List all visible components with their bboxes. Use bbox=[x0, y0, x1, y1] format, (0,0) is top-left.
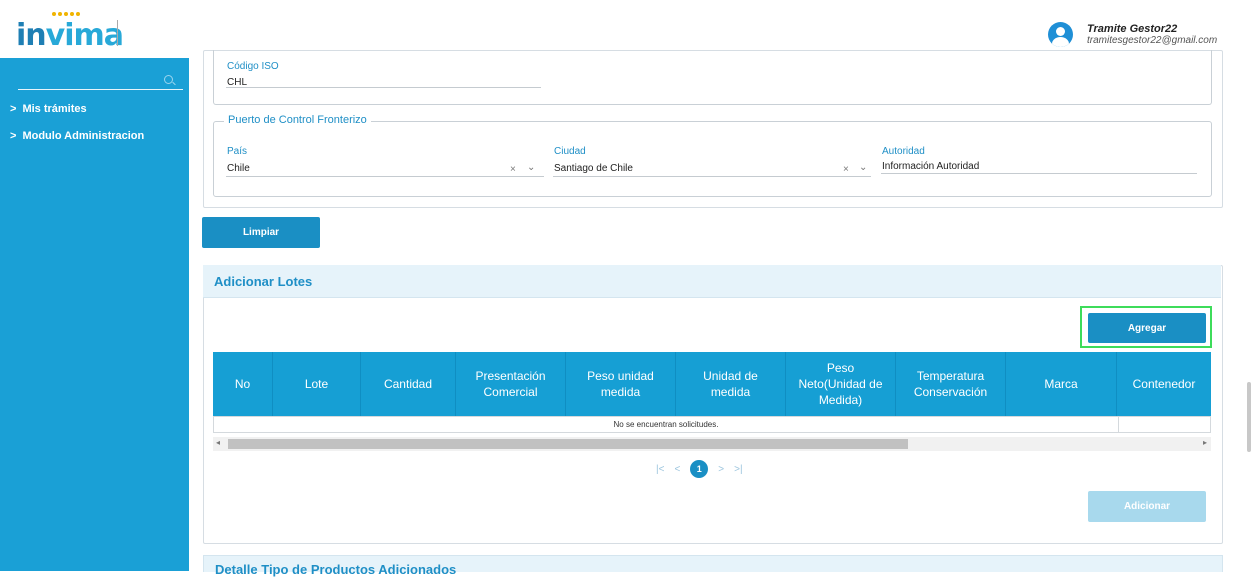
chevron-down-icon[interactable]: ⌄ bbox=[527, 162, 535, 173]
sidebar-search[interactable] bbox=[18, 70, 183, 90]
user-email: tramitesgestor22@gmail.com bbox=[1087, 35, 1218, 46]
authority-underline bbox=[881, 173, 1197, 174]
column-header-unidad-medida[interactable]: Unidad de medida bbox=[676, 352, 786, 416]
sidebar-item-modulo-administracion[interactable]: > Modulo Administracion bbox=[10, 130, 144, 142]
current-page[interactable]: 1 bbox=[690, 460, 709, 478]
column-divider bbox=[1118, 417, 1119, 432]
scroll-left-icon[interactable]: ◂ bbox=[216, 438, 220, 447]
invima-logo[interactable]: invima bbox=[16, 18, 124, 53]
column-header-peso-neto[interactable]: Peso Neto(Unidad de Medida) bbox=[786, 352, 896, 416]
country-underline bbox=[226, 176, 544, 177]
chevron-down-icon[interactable]: ⌄ bbox=[859, 162, 867, 173]
table-horizontal-scrollbar[interactable]: ◂ ▸ bbox=[213, 437, 1211, 451]
column-header-cantidad[interactable]: Cantidad bbox=[361, 352, 456, 416]
lots-section-header: Adicionar Lotes bbox=[203, 265, 1221, 298]
logo-dots-icon bbox=[52, 12, 80, 16]
column-header-contenedor[interactable]: Contenedor bbox=[1117, 352, 1211, 416]
add-button[interactable]: Agregar bbox=[1088, 313, 1206, 343]
clear-icon[interactable]: × bbox=[510, 164, 516, 175]
iso-code-label: Código ISO bbox=[227, 61, 279, 72]
scroll-right-icon[interactable]: ▸ bbox=[1203, 438, 1207, 447]
first-page-icon[interactable]: |< bbox=[656, 464, 664, 475]
table-empty-row: No se encuentran solicitudes. bbox=[213, 416, 1211, 433]
chevron-right-icon: > bbox=[10, 103, 17, 115]
search-icon[interactable] bbox=[164, 75, 173, 84]
scrollbar-thumb[interactable] bbox=[1247, 382, 1251, 452]
sidebar-item-label: Mis trámites bbox=[22, 103, 87, 115]
lots-section-title: Adicionar Lotes bbox=[214, 274, 313, 289]
last-page-icon[interactable]: >| bbox=[734, 464, 742, 475]
column-header-lote[interactable]: Lote bbox=[273, 352, 361, 416]
sidebar: > Mis trámites > Modulo Administracion bbox=[0, 58, 189, 571]
next-page-icon[interactable]: > bbox=[718, 464, 724, 475]
country-select[interactable]: Chile bbox=[227, 163, 250, 174]
clear-icon[interactable]: × bbox=[843, 164, 849, 175]
column-header-marca[interactable]: Marca bbox=[1006, 352, 1117, 416]
column-header-no[interactable]: No bbox=[213, 352, 273, 416]
border-control-fieldset bbox=[213, 121, 1212, 197]
prev-page-icon[interactable]: < bbox=[674, 464, 680, 475]
city-select[interactable]: Santiago de Chile bbox=[554, 163, 633, 174]
column-header-peso-unidad[interactable]: Peso unidad medida bbox=[566, 352, 676, 416]
iso-fieldset bbox=[213, 50, 1212, 105]
authority-field[interactable]: Información Autoridad bbox=[882, 161, 979, 172]
country-label: País bbox=[227, 146, 248, 157]
adicionar-button[interactable]: Adicionar bbox=[1088, 491, 1206, 522]
page-vertical-scrollbar[interactable] bbox=[1245, 0, 1253, 571]
iso-code-underline bbox=[226, 87, 541, 88]
pagination: |< < 1 > >| bbox=[656, 460, 743, 478]
user-name[interactable]: Tramite Gestor22 bbox=[1087, 23, 1177, 35]
sidebar-item-label: Modulo Administracion bbox=[22, 130, 145, 142]
chevron-right-icon: > bbox=[10, 130, 17, 142]
city-label: Ciudad bbox=[554, 146, 586, 157]
authority-label: Autoridad bbox=[882, 146, 925, 157]
products-section-title: Detalle Tipo de Productos Adicionados bbox=[215, 562, 457, 577]
border-control-legend: Puerto de Control Fronterizo bbox=[224, 114, 371, 126]
column-header-temperatura[interactable]: Temperatura Conservación bbox=[896, 352, 1006, 416]
clear-button[interactable]: Limpiar bbox=[202, 217, 320, 248]
user-avatar-icon[interactable] bbox=[1048, 22, 1073, 47]
empty-message: No se encuentran solicitudes. bbox=[613, 420, 719, 429]
lots-table-header: No Lote Cantidad Presentación Comercial … bbox=[213, 352, 1211, 416]
logo-divider bbox=[117, 20, 118, 46]
column-header-presentacion[interactable]: Presentación Comercial bbox=[456, 352, 566, 416]
products-section-header: Detalle Tipo de Productos Adicionados bbox=[203, 555, 1223, 577]
sidebar-item-mis-tramites[interactable]: > Mis trámites bbox=[10, 103, 87, 115]
city-underline bbox=[553, 176, 871, 177]
scrollbar-thumb[interactable] bbox=[228, 439, 908, 449]
